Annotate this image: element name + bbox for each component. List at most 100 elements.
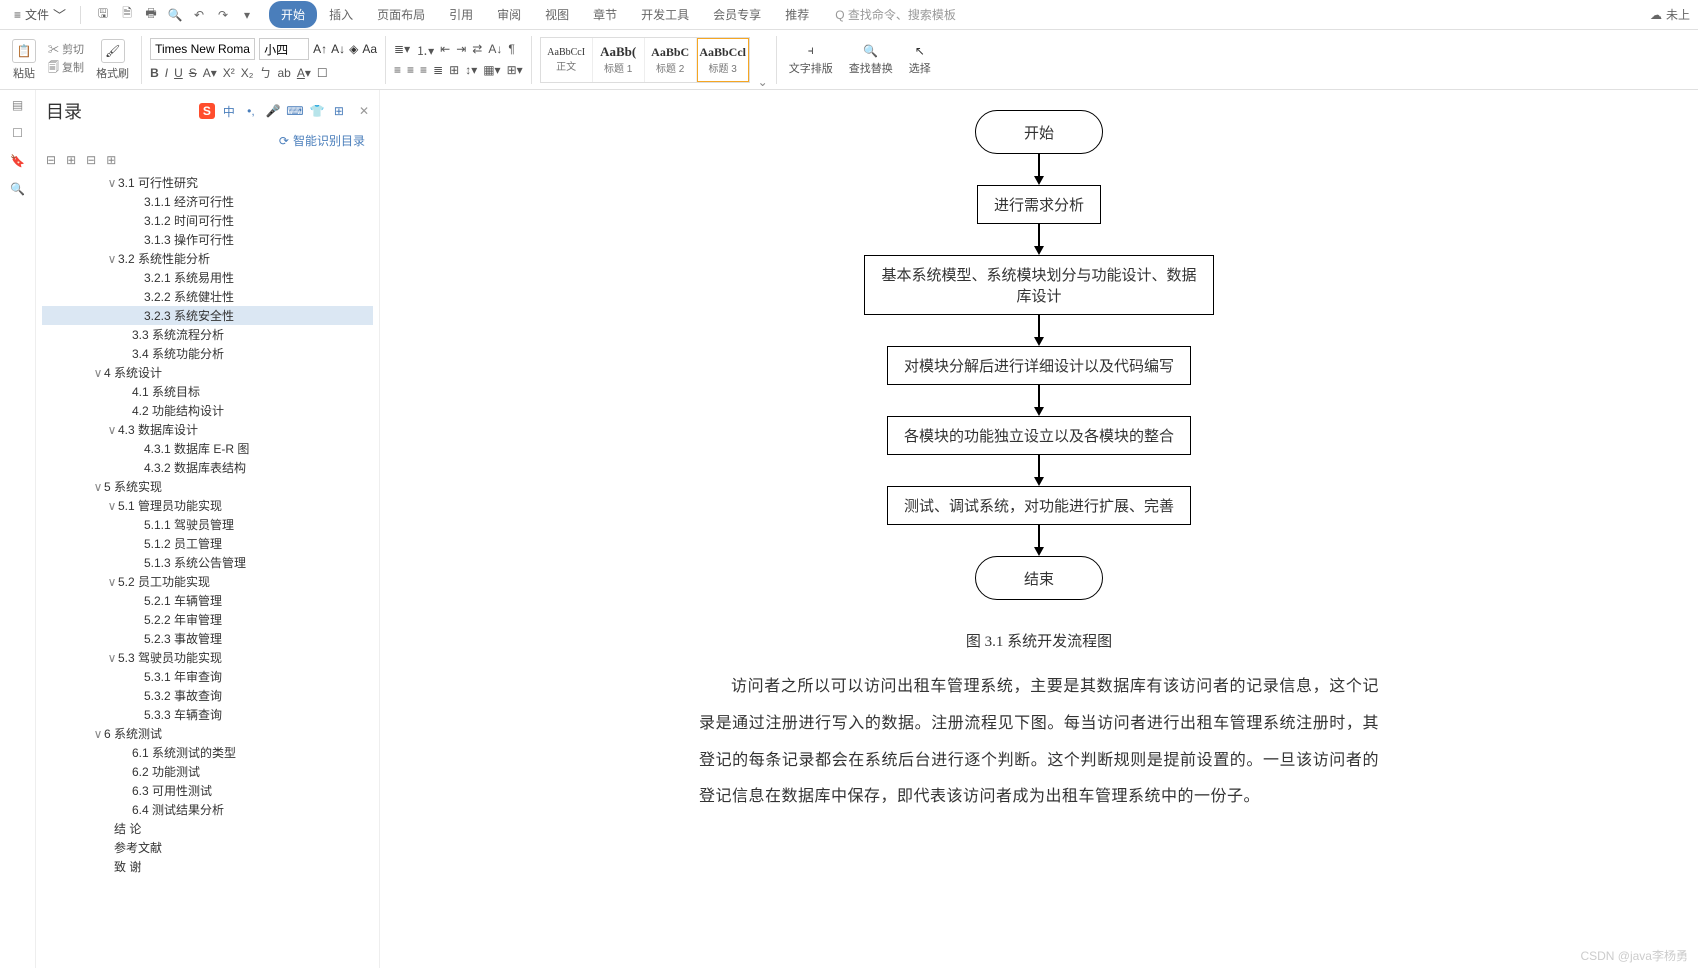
subscript-button[interactable]: X₂	[241, 66, 254, 80]
ime-lang-label[interactable]: 中	[221, 103, 237, 119]
indent-inc-button[interactable]: ⇥	[456, 42, 466, 59]
align-left-button[interactable]: ≡	[394, 63, 401, 77]
find-replace-button[interactable]: 🔍 查找替换	[845, 44, 897, 76]
bullets-button[interactable]: ≣▾	[394, 42, 410, 59]
tab-引用[interactable]: 引用	[437, 1, 485, 28]
outline-item[interactable]: 3.2.3 系统安全性	[42, 306, 373, 325]
italic-button[interactable]: I	[165, 66, 168, 80]
twisty-icon[interactable]: ∨	[92, 480, 104, 494]
twisty-icon[interactable]: ∨	[106, 176, 118, 190]
outline-item[interactable]: ∨4 系统设计	[42, 363, 373, 382]
cut-button[interactable]: ✂ 剪切	[48, 41, 84, 57]
outline-item[interactable]: 3.1.2 时间可行性	[42, 211, 373, 230]
twisty-icon[interactable]: ∨	[106, 423, 118, 437]
outline-item[interactable]: 6.3 可用性测试	[42, 781, 373, 800]
collapse-icon[interactable]: ⊟	[86, 153, 96, 167]
para-marks-button[interactable]: ¶	[508, 42, 514, 59]
reading-icon[interactable]: ☐	[12, 126, 23, 140]
indent-dec-button[interactable]: ⇤	[440, 42, 450, 59]
tab-章节[interactable]: 章节	[581, 1, 629, 28]
clipboard-icon[interactable]: 📋	[12, 39, 36, 63]
account-status[interactable]: ☁ 未上	[1650, 6, 1690, 23]
tab-开发工具[interactable]: 开发工具	[629, 1, 701, 28]
collapse-all-icon[interactable]: ⊟	[46, 153, 56, 167]
outline-item[interactable]: 3.4 系统功能分析	[42, 344, 373, 363]
numbering-button[interactable]: ⒈▾	[416, 42, 434, 59]
shading-button[interactable]: ▦▾	[483, 63, 500, 77]
phonetic-button[interactable]: ㄅ	[259, 64, 271, 81]
outline-item[interactable]: 参考文献	[42, 838, 373, 857]
twisty-icon[interactable]: ∨	[106, 575, 118, 589]
expand-icon[interactable]: ⊞	[106, 153, 116, 167]
tab-会员专享[interactable]: 会员专享	[701, 1, 773, 28]
grid-icon[interactable]: ⊞	[331, 103, 347, 119]
smart-outline-button[interactable]: ⟳ 智能识别目录	[36, 132, 379, 153]
align-center-button[interactable]: ≡	[407, 63, 414, 77]
increase-font-icon[interactable]: A↑	[313, 42, 327, 56]
outline-item[interactable]: 5.2.3 事故管理	[42, 629, 373, 648]
outline-item[interactable]: 5.2.1 车辆管理	[42, 591, 373, 610]
style-标题 2[interactable]: AaBbC标题 2	[645, 38, 697, 82]
save-icon[interactable]: 🖫	[95, 7, 111, 23]
outline-item[interactable]: 致 谢	[42, 857, 373, 876]
clear-format-icon[interactable]: ◈	[349, 42, 358, 56]
font-color2-button[interactable]: A▾	[297, 66, 311, 80]
char-border-button[interactable]: ☐	[317, 66, 328, 80]
align-right-button[interactable]: ≡	[420, 63, 427, 77]
twisty-icon[interactable]: ∨	[92, 366, 104, 380]
tab-页面布局[interactable]: 页面布局	[365, 1, 437, 28]
ime-punct-icon[interactable]: •,	[243, 103, 259, 119]
tab-插入[interactable]: 插入	[317, 1, 365, 28]
tab-审阅[interactable]: 审阅	[485, 1, 533, 28]
style-标题 3[interactable]: AaBbCcl标题 3	[697, 38, 749, 82]
clothes-icon[interactable]: 👕	[309, 103, 325, 119]
style-标题 1[interactable]: AaBb(标题 1	[593, 38, 645, 82]
twisty-icon[interactable]: ∨	[106, 651, 118, 665]
outline-item[interactable]: 4.3.1 数据库 E-R 图	[42, 439, 373, 458]
tab-视图[interactable]: 视图	[533, 1, 581, 28]
outline-item[interactable]: 3.1.3 操作可行性	[42, 230, 373, 249]
outline-item[interactable]: 6.1 系统测试的类型	[42, 743, 373, 762]
copy-button[interactable]: 🗐 复制	[48, 59, 84, 78]
outline-item[interactable]: 5.3.1 年审查询	[42, 667, 373, 686]
line-spacing-button[interactable]: ↕▾	[465, 63, 477, 77]
outline-item[interactable]: 4.1 系统目标	[42, 382, 373, 401]
outline-item[interactable]: 结 论	[42, 819, 373, 838]
outline-item[interactable]: 6.4 测试结果分析	[42, 800, 373, 819]
style-more-button[interactable]: ⌄	[758, 75, 768, 89]
outline-item[interactable]: 6.2 功能测试	[42, 762, 373, 781]
outline-item[interactable]: ∨5.3 驾驶员功能实现	[42, 648, 373, 667]
distribute-button[interactable]: ⊞	[449, 63, 459, 77]
outline-item[interactable]: 4.3.2 数据库表结构	[42, 458, 373, 477]
twisty-icon[interactable]: ∨	[92, 727, 104, 741]
command-search[interactable]: Q 查找命令、搜索模板	[835, 6, 956, 23]
sort-button[interactable]: A↓	[488, 42, 502, 59]
outline-item[interactable]: 5.1.2 员工管理	[42, 534, 373, 553]
change-case-icon[interactable]: Aa	[362, 42, 377, 56]
outline-item[interactable]: 4.2 功能结构设计	[42, 401, 373, 420]
search-icon[interactable]: 🔍	[10, 182, 25, 196]
save-as-icon[interactable]: 🗎	[119, 7, 135, 23]
expand-all-icon[interactable]: ⊞	[66, 153, 76, 167]
outline-item[interactable]: 3.2.1 系统易用性	[42, 268, 373, 287]
outline-item[interactable]: 5.2.2 年审管理	[42, 610, 373, 629]
font-name-input[interactable]	[150, 38, 255, 60]
outline-item[interactable]: ∨5.2 员工功能实现	[42, 572, 373, 591]
outline-icon[interactable]: ▤	[12, 98, 23, 112]
sogou-logo-icon[interactable]: S	[199, 103, 215, 119]
decrease-font-icon[interactable]: A↓	[331, 42, 345, 56]
document-canvas[interactable]: 开始 进行需求分析 基本系统模型、系统模块划分与功能设计、数据库设计 对模块分解…	[380, 90, 1698, 968]
outline-item[interactable]: 5.1.1 驾驶员管理	[42, 515, 373, 534]
mic-icon[interactable]: 🎤	[265, 103, 281, 119]
redo-icon[interactable]: ↷	[215, 7, 231, 23]
outline-item[interactable]: ∨5 系统实现	[42, 477, 373, 496]
outline-item[interactable]: 5.1.3 系统公告管理	[42, 553, 373, 572]
outline-item[interactable]: 3.3 系统流程分析	[42, 325, 373, 344]
paste-label[interactable]: 粘贴	[13, 65, 35, 81]
twisty-icon[interactable]: ∨	[106, 499, 118, 513]
format-painter[interactable]: 🖌 格式刷	[92, 39, 133, 81]
outline-item[interactable]: ∨3.2 系统性能分析	[42, 249, 373, 268]
outline-item[interactable]: 3.2.2 系统健壮性	[42, 287, 373, 306]
superscript-button[interactable]: X²	[223, 66, 235, 80]
close-icon[interactable]: ✕	[359, 104, 369, 118]
